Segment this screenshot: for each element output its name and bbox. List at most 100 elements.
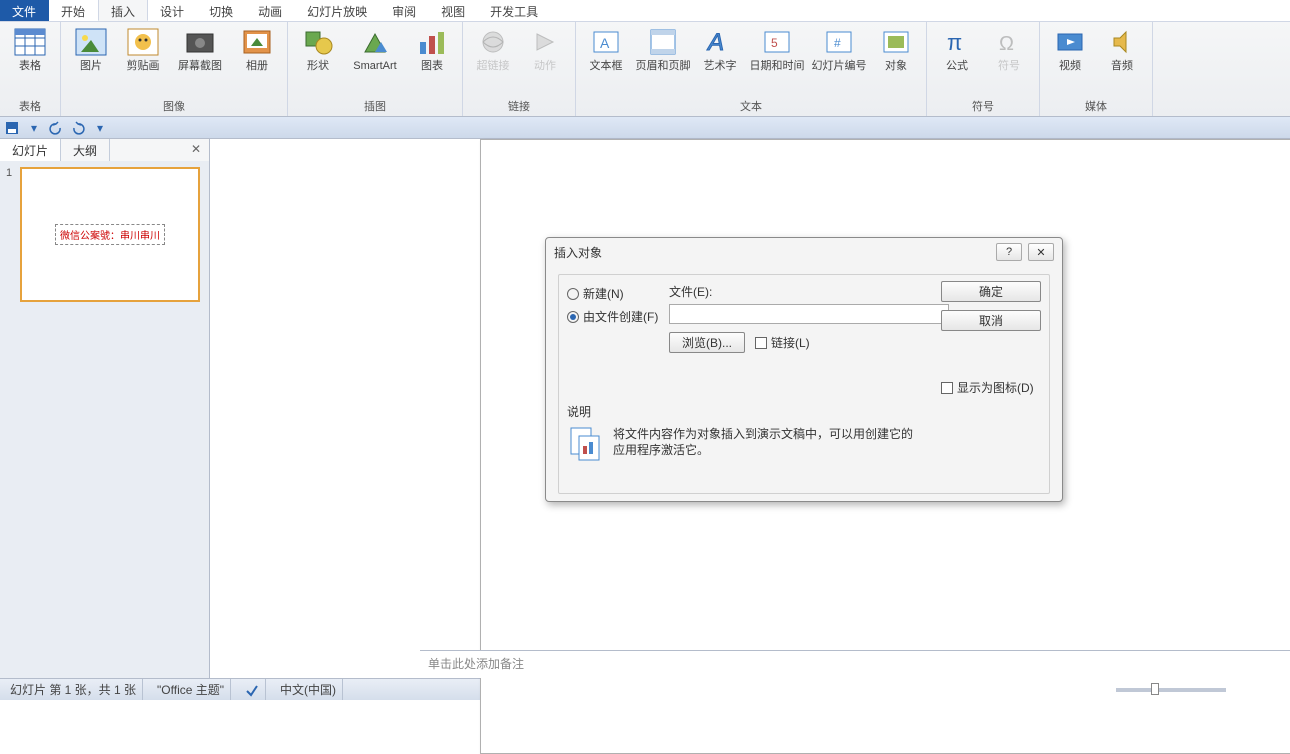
wordart-icon: A (704, 26, 736, 58)
group-tables-label: 表格 (6, 96, 54, 116)
panel-tabs: 幻灯片 大纲 ✕ (0, 139, 209, 161)
zoom-thumb[interactable] (1151, 683, 1159, 695)
notes-pane[interactable]: 单击此处添加备注 (420, 650, 1290, 678)
radio-from-file[interactable]: 由文件创建(F) (567, 308, 667, 325)
link-checkbox[interactable]: 链接(L) (755, 334, 810, 351)
tab-devtools[interactable]: 开发工具 (478, 0, 551, 21)
textbox-icon: A (590, 26, 622, 58)
btn-smartart[interactable]: SmartArt (346, 24, 404, 75)
ribbon-tabstrip: 文件 开始 插入 设计 切换 动画 幻灯片放映 审阅 视图 开发工具 (0, 0, 1290, 22)
cancel-button[interactable]: 取消 (941, 310, 1041, 331)
symbol-icon: Ω (993, 26, 1025, 58)
video-icon (1054, 26, 1086, 58)
tab-file[interactable]: 文件 (0, 0, 49, 21)
clipart-icon (127, 26, 159, 58)
btn-textbox[interactable]: A文本框 (582, 24, 630, 75)
btn-table[interactable]: 表格 (6, 24, 54, 75)
description-icon (567, 426, 603, 462)
action-icon (529, 26, 561, 58)
btn-picture[interactable]: 图片 (67, 24, 115, 75)
btn-equation[interactable]: π公式 (933, 24, 981, 75)
tab-slideshow[interactable]: 幻灯片放映 (295, 0, 380, 21)
qat-dropdown[interactable]: ▾ (26, 120, 42, 136)
tab-design[interactable]: 设计 (148, 0, 197, 21)
group-links-label: 链接 (469, 96, 569, 116)
btn-slidenumber[interactable]: #幻灯片编号 (810, 24, 868, 75)
svg-text:π: π (947, 30, 962, 55)
dialog-help-button[interactable]: ? (996, 243, 1022, 261)
qat-more[interactable]: ▾ (92, 120, 108, 136)
panel-tab-outline[interactable]: 大纲 (61, 139, 110, 161)
album-icon (241, 26, 273, 58)
status-theme: "Office 主题" (151, 679, 231, 700)
panel-tab-slides[interactable]: 幻灯片 (0, 139, 61, 161)
desc-text: 将文件内容作为对象插入到演示文稿中，可以用创建它的应用程序激活它。 (613, 426, 913, 458)
zoom-slider[interactable] (1116, 688, 1226, 692)
group-media: 视频 音频 媒体 (1040, 22, 1153, 116)
object-icon (880, 26, 912, 58)
dialog-title-text: 插入对象 (554, 244, 602, 261)
btn-datetime[interactable]: 5日期和时间 (748, 24, 806, 75)
ribbon: 表格 表格 图片 剪贴画 屏幕截图 相册 图像 形状 SmartArt 图表 插… (0, 22, 1290, 117)
browse-button[interactable]: 浏览(B)... (669, 332, 745, 353)
equation-icon: π (941, 26, 973, 58)
screenshot-icon (184, 26, 216, 58)
dialog-close-button[interactable]: ✕ (1028, 243, 1054, 261)
status-slide-count: 幻灯片 第 1 张，共 1 张 (4, 679, 143, 700)
file-path-input[interactable] (669, 304, 949, 324)
quick-access-toolbar: ▾ ▾ (0, 117, 1290, 139)
ok-button[interactable]: 确定 (941, 281, 1041, 302)
svg-text:Ω: Ω (999, 33, 1014, 55)
slide-thumbnail[interactable]: 1 微信公案號：串川串川 (6, 167, 203, 302)
radio-icon (567, 311, 579, 323)
btn-audio[interactable]: 音频 (1098, 24, 1146, 75)
shapes-icon (302, 26, 334, 58)
tab-animations[interactable]: 动画 (246, 0, 295, 21)
group-text: A文本框 页眉和页脚 A艺术字 5日期和时间 #幻灯片编号 对象 文本 (576, 22, 927, 116)
desc-heading: 说明 (567, 403, 1041, 420)
svg-text:A: A (600, 35, 610, 51)
file-label: 文件(E): (669, 283, 949, 300)
picture-icon (75, 26, 107, 58)
panel-close-button[interactable]: ✕ (183, 139, 209, 161)
dialog-titlebar[interactable]: 插入对象 ? ✕ (546, 238, 1062, 266)
group-media-label: 媒体 (1046, 96, 1146, 116)
btn-shapes[interactable]: 形状 (294, 24, 342, 75)
status-language[interactable]: 中文(中国) (274, 679, 343, 700)
chart-icon (416, 26, 448, 58)
btn-screenshot[interactable]: 屏幕截图 (171, 24, 229, 75)
btn-album[interactable]: 相册 (233, 24, 281, 75)
dialog-description: 说明 将文件内容作为对象插入到演示文稿中，可以用创建它的应用程序激活它。 (567, 403, 1041, 462)
tab-view[interactable]: 视图 (429, 0, 478, 21)
qat-redo[interactable] (70, 120, 86, 136)
radio-icon (567, 288, 579, 300)
qat-save[interactable] (4, 120, 20, 136)
slidenumber-icon: # (823, 26, 855, 58)
qat-undo[interactable] (48, 120, 64, 136)
thumb-content-text: 微信公案號：串川串川 (55, 224, 165, 245)
btn-clipart[interactable]: 剪贴画 (119, 24, 167, 75)
btn-chart[interactable]: 图表 (408, 24, 456, 75)
radio-create-new[interactable]: 新建(N) (567, 285, 667, 302)
header-footer-icon (647, 26, 679, 58)
status-spellcheck[interactable] (239, 679, 266, 700)
group-text-label: 文本 (582, 96, 920, 116)
btn-action: 动作 (521, 24, 569, 75)
tab-insert[interactable]: 插入 (98, 0, 148, 21)
tab-transitions[interactable]: 切换 (197, 0, 246, 21)
btn-symbol: Ω符号 (985, 24, 1033, 75)
group-illus-label: 插图 (294, 96, 456, 116)
group-symbols: π公式 Ω符号 符号 (927, 22, 1040, 116)
smartart-icon (359, 26, 391, 58)
svg-text:5: 5 (771, 36, 778, 50)
btn-header-footer[interactable]: 页眉和页脚 (634, 24, 692, 75)
btn-video[interactable]: 视频 (1046, 24, 1094, 75)
datetime-icon: 5 (761, 26, 793, 58)
insert-object-dialog: 插入对象 ? ✕ 新建(N) 由文件创建(F) 文件(E): 浏览(B)... (545, 237, 1063, 502)
group-links: 超链接 动作 链接 (463, 22, 576, 116)
btn-object[interactable]: 对象 (872, 24, 920, 75)
btn-wordart[interactable]: A艺术字 (696, 24, 744, 75)
show-as-icon-checkbox[interactable]: 显示为图标(D) (941, 379, 1041, 396)
tab-home[interactable]: 开始 (49, 0, 98, 21)
tab-review[interactable]: 审阅 (380, 0, 429, 21)
